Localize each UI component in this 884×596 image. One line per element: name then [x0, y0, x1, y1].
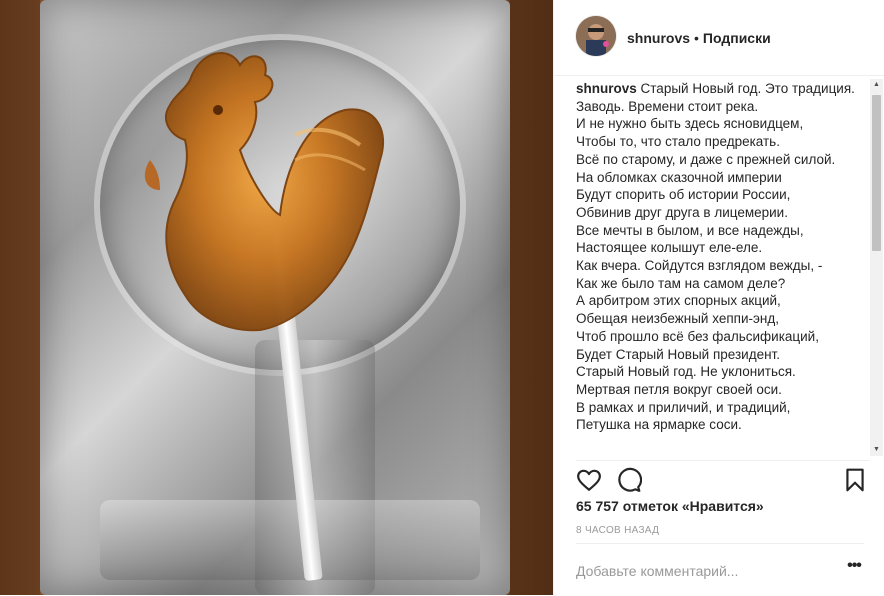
separator-dot: •: [694, 30, 699, 46]
wood-grain: [510, 0, 553, 595]
post-timestamp[interactable]: 8 часов назад: [576, 525, 659, 536]
caption-container[interactable]: shnurovs Старый Новый год. Это традиция.…: [576, 80, 870, 457]
wood-grain: [0, 0, 40, 595]
scroll-down-arrow-icon[interactable]: ▼: [870, 444, 883, 456]
post-header: shnurovs • Подписки: [554, 0, 884, 76]
comment-bar: •••: [576, 543, 864, 596]
username-link[interactable]: shnurovs: [627, 30, 690, 46]
rooster-lollipop: [144, 52, 385, 332]
post-photo[interactable]: [0, 0, 553, 595]
comment-input[interactable]: [576, 561, 826, 581]
scrollbar-thumb[interactable]: [872, 95, 881, 251]
bookmark-icon[interactable]: [842, 467, 868, 493]
header-text: shnurovs • Подписки: [627, 29, 771, 47]
avatar[interactable]: [576, 16, 616, 56]
post-side-panel: shnurovs • Подписки shnurovs Старый Новый …: [553, 0, 884, 595]
heart-icon[interactable]: [576, 467, 602, 493]
more-options-icon[interactable]: •••: [844, 558, 864, 578]
blister-base: [100, 500, 480, 580]
caption-scrollbar[interactable]: ▲ ▼: [870, 79, 883, 456]
caption-text: Старый Новый год. Это традиция. Заводь. …: [576, 81, 855, 433]
likes-count[interactable]: 65 757 отметок «Нравится»: [576, 498, 764, 514]
caption: shnurovs Старый Новый год. Это традиция.…: [576, 80, 870, 434]
caption-username[interactable]: shnurovs: [576, 81, 637, 96]
comment-bubble-icon[interactable]: [616, 467, 643, 493]
scroll-up-arrow-icon[interactable]: ▲: [870, 79, 883, 91]
following-button[interactable]: Подписки: [703, 30, 771, 46]
action-bar: [576, 460, 870, 497]
